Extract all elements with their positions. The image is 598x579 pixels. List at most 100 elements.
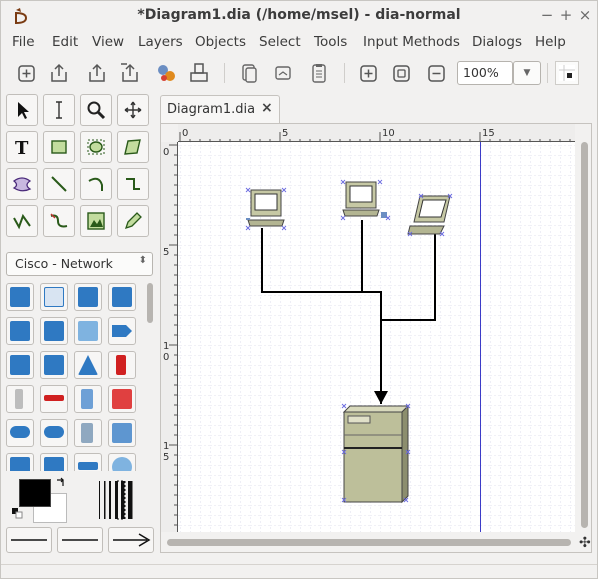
modify-tool[interactable]	[6, 94, 38, 126]
swap-colors-icon[interactable]	[55, 477, 67, 489]
menu-view[interactable]: View	[92, 34, 124, 50]
snap-to-grid-toggle[interactable]	[555, 61, 579, 85]
menu-edit[interactable]: Edit	[52, 34, 78, 50]
maximize-button[interactable]: +	[558, 6, 574, 24]
file-server[interactable]	[342, 404, 410, 504]
paste-icon[interactable]	[307, 61, 331, 85]
line-width-icon[interactable]	[97, 479, 141, 521]
end-arrow-style-button[interactable]	[108, 527, 154, 553]
tab-diagram1[interactable]: Diagram1.dia ×	[160, 95, 280, 123]
scrollbar-thumb[interactable]	[581, 142, 588, 528]
print-icon[interactable]	[187, 61, 211, 85]
zoom-level-input[interactable]: 100%	[457, 61, 513, 85]
export-icon[interactable]	[154, 61, 178, 85]
default-colors-icon[interactable]	[11, 507, 23, 519]
minimize-button[interactable]: −	[539, 6, 555, 24]
zoom-dropdown-button[interactable]: ▼	[513, 61, 541, 85]
foreground-color-swatch[interactable]	[19, 479, 51, 507]
cisco-shape-button[interactable]	[6, 453, 34, 471]
save-icon[interactable]	[85, 61, 109, 85]
menu-dialogs[interactable]: Dialogs	[472, 34, 522, 50]
polyline-tool[interactable]	[6, 205, 38, 237]
navigation-icon[interactable]: ✣	[579, 535, 591, 551]
start-arrow-style-button[interactable]	[6, 527, 52, 553]
menu-layers[interactable]: Layers	[138, 34, 183, 50]
image-tool[interactable]	[80, 205, 112, 237]
cisco-shape-button[interactable]	[40, 385, 68, 413]
zoom-in-icon[interactable]	[357, 61, 381, 85]
diagram-canvas[interactable]	[178, 142, 575, 532]
box-icon	[51, 140, 67, 154]
cisco-shape-button[interactable]	[108, 351, 136, 379]
line-tool[interactable]	[43, 168, 75, 200]
menu-select[interactable]: Select	[259, 34, 301, 50]
cisco-shape-button[interactable]	[6, 283, 34, 311]
cisco-shape-button[interactable]	[74, 453, 102, 471]
polygon-tool[interactable]	[117, 131, 149, 163]
zoom-out-icon[interactable]	[425, 61, 449, 85]
text-tool[interactable]: T	[6, 131, 38, 163]
paste-special-icon[interactable]	[271, 61, 295, 85]
close-icon[interactable]: ×	[261, 100, 273, 116]
cisco-shape-button[interactable]	[6, 317, 34, 345]
cisco-shape-button[interactable]	[108, 317, 136, 345]
menu-help[interactable]: Help	[535, 34, 566, 50]
cisco-shape-button[interactable]	[40, 453, 68, 471]
cisco-shape-button[interactable]	[108, 283, 136, 311]
outline-tool[interactable]	[117, 205, 149, 237]
scrollbar-thumb[interactable]	[167, 539, 571, 546]
arc-tool[interactable]	[80, 168, 112, 200]
menu-file[interactable]: File	[12, 34, 35, 50]
menu-tools[interactable]: Tools	[314, 34, 347, 50]
plain-line-icon	[11, 539, 47, 541]
menu-bar: File Edit View Layers Objects Select Too…	[1, 32, 597, 54]
magnify-tool[interactable]	[80, 94, 112, 126]
menu-input-methods[interactable]: Input Methods	[363, 34, 460, 50]
move-arrows-icon	[124, 101, 142, 119]
open-icon[interactable]	[47, 61, 71, 85]
save-as-icon[interactable]	[118, 61, 142, 85]
ruler-label: 10	[382, 128, 395, 139]
text-cursor-icon	[56, 101, 62, 119]
ruler-label: 0	[163, 147, 169, 158]
arc-icon	[88, 177, 103, 191]
zigzag-line-tool[interactable]	[117, 168, 149, 200]
horizontal-scrollbar[interactable]	[161, 535, 581, 549]
shapes-scrollbar[interactable]	[146, 281, 154, 471]
copy-icon[interactable]	[237, 61, 261, 85]
text-edit-tool[interactable]	[43, 94, 75, 126]
scroll-tool[interactable]	[117, 94, 149, 126]
bezier-line-tool[interactable]	[43, 205, 75, 237]
close-window-button[interactable]: ×	[577, 6, 593, 24]
scrollbar-thumb[interactable]	[147, 283, 153, 323]
cisco-shape-button[interactable]	[108, 453, 136, 471]
cisco-shape-button[interactable]	[108, 385, 136, 413]
title-bar: *Diagram1.dia (/home/msel) - dia-normal …	[1, 1, 597, 31]
cisco-shape-button[interactable]	[6, 419, 34, 447]
vertical-scrollbar[interactable]	[579, 142, 589, 532]
cisco-shape-button[interactable]	[40, 317, 68, 345]
new-diagram-icon[interactable]	[15, 61, 39, 85]
cisco-shape-button[interactable]	[6, 385, 34, 413]
cisco-shape-button[interactable]	[6, 351, 34, 379]
cisco-shape-button[interactable]	[40, 283, 68, 311]
tab-label: Diagram1.dia	[167, 102, 256, 117]
cisco-shape-button[interactable]	[74, 385, 102, 413]
cisco-shape-button[interactable]	[40, 419, 68, 447]
sheet-selector[interactable]: Cisco - Network ⬍	[6, 252, 153, 276]
cisco-shape-button[interactable]	[74, 351, 102, 379]
ellipse-tool[interactable]	[80, 131, 112, 163]
color-area[interactable]	[11, 477, 71, 523]
menu-objects[interactable]: Objects	[195, 34, 246, 50]
laptop-computer[interactable]	[246, 189, 285, 227]
beziergon-tool[interactable]	[6, 168, 38, 200]
box-tool[interactable]	[43, 131, 75, 163]
cisco-shape-button[interactable]	[74, 317, 102, 345]
cisco-shape-button[interactable]	[74, 419, 102, 447]
cisco-shape-button[interactable]	[74, 283, 102, 311]
best-fit-icon[interactable]	[390, 61, 414, 85]
cisco-shape-button[interactable]	[40, 351, 68, 379]
cisco-shape-button[interactable]	[108, 419, 136, 447]
bezier-icon	[50, 213, 68, 228]
line-style-button[interactable]	[57, 527, 103, 553]
